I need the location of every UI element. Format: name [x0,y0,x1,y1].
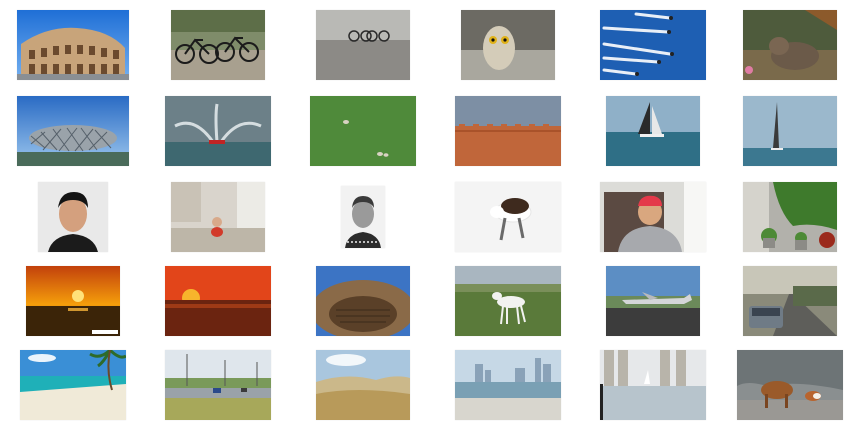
thumbnail-cell[interactable]: sunset-ocean [0,262,145,340]
thumbnail-cell[interactable]: boy-portrait [290,178,435,256]
thumbnail-bicycles-on-path[interactable]: bicycles-on-path [170,10,265,80]
thumbnail-cows-on-road[interactable]: cows-on-road [737,350,843,420]
thumbnail-cell[interactable]: fireboat-fountain [145,92,290,170]
thumbnail-cell[interactable]: man-portrait [0,178,145,256]
thumbnail-cell[interactable]: tropical-beach [0,346,145,424]
thumbnail-desert-dunes[interactable]: desert-dunes [315,350,410,420]
thumbnail-sailboat-racing[interactable]: sailboat-racing [605,96,700,166]
thumbnail-cell[interactable]: cows-on-road [725,346,855,424]
thumbnail-potted-plants[interactable]: potted-plants [743,182,837,252]
thumbnail-cell[interactable]: pillars-by-water [580,346,725,424]
thumbnail-cell[interactable]: sailboat-racing [580,92,725,170]
thumbnail-boy-portrait[interactable]: boy-portrait [340,186,385,248]
thumbnail-cell[interactable]: red-brick-wall [435,92,580,170]
thumbnail-birds-on-grass[interactable]: birds-on-grass [309,96,416,166]
thumbnail-bicycles-by-wall[interactable]: bicycles-by-wall [315,10,410,80]
thumbnail-red-brick-wall[interactable]: red-brick-wall [454,96,561,166]
thumbnail-cell[interactable]: owl [435,6,580,84]
thumbnail-sunset-red-sky[interactable]: sunset-red-sky [164,266,271,336]
thumbnail-pillars-by-water[interactable]: pillars-by-water [599,350,706,420]
thumbnail-tropical-beach[interactable]: tropical-beach [19,350,126,420]
thumbnail-cell[interactable]: colosseum-interior [290,262,435,340]
thumbnail-cell[interactable]: birds-nest-stadium [0,92,145,170]
thumbnail-cell[interactable]: baby-in-room [145,178,290,256]
thumbnail-jet-on-airfield[interactable]: jet-on-airfield [605,266,700,336]
thumbnail-fireboat-fountain[interactable]: fireboat-fountain [164,96,271,166]
thumbnail-cell[interactable]: car-on-road [725,262,855,340]
thumbnail-baby-in-room[interactable]: baby-in-room [170,182,265,252]
thumbnail-city-skyline-shore[interactable]: city-skyline-shore [454,350,561,420]
thumbnail-cell[interactable]: city-skyline-shore [435,346,580,424]
thumbnail-cell[interactable]: boy-in-chair [580,178,725,256]
thumbnail-cell[interactable]: colosseum-exterior [0,6,145,84]
thumbnail-cell[interactable]: bicycles-on-path [145,6,290,84]
thumbnail-boy-in-chair[interactable]: boy-in-chair [599,182,706,252]
thumbnail-sunset-ocean[interactable]: sunset-ocean [25,266,120,336]
thumbnail-colosseum-exterior[interactable]: colosseum-exterior [16,10,129,80]
thumbnail-birds-nest-stadium[interactable]: birds-nest-stadium [16,96,129,166]
thumbnail-cell[interactable]: sailboat-distant [725,92,855,170]
thumbnail-cell[interactable]: bicycles-by-wall [290,6,435,84]
thumbnail-dog-on-mat[interactable]: dog-on-mat [743,10,837,80]
thumbnail-sailboat-distant[interactable]: sailboat-distant [743,96,837,166]
image-grid: colosseum-exterior bicycles-on-path [0,0,855,432]
thumbnail-jets-in-formation[interactable]: jets-in-formation [599,10,706,80]
thumbnail-greyhound-in-field[interactable]: greyhound-in-field [454,266,561,336]
thumbnail-cars-on-highway[interactable]: cars-on-highway [164,350,271,420]
thumbnail-car-on-road[interactable]: car-on-road [743,266,837,336]
thumbnail-cell[interactable]: desert-dunes [290,346,435,424]
thumbnail-cell[interactable]: sunset-red-sky [145,262,290,340]
thumbnail-cell[interactable]: jets-in-formation [580,6,725,84]
thumbnail-cell[interactable]: jet-on-airfield [580,262,725,340]
thumbnail-man-portrait[interactable]: man-portrait [37,182,108,252]
thumbnail-cell[interactable]: dog-in-snow [435,178,580,256]
thumbnail-cell[interactable]: birds-on-grass [290,92,435,170]
thumbnail-colosseum-interior[interactable]: colosseum-interior [315,266,410,336]
thumbnail-owl[interactable]: owl [460,10,555,80]
thumbnail-cell[interactable]: greyhound-in-field [435,262,580,340]
thumbnail-cell[interactable]: potted-plants [725,178,855,256]
thumbnail-dog-in-snow[interactable]: dog-in-snow [454,182,561,252]
thumbnail-cell[interactable]: dog-on-mat [725,6,855,84]
thumbnail-cell[interactable]: cars-on-highway [145,346,290,424]
